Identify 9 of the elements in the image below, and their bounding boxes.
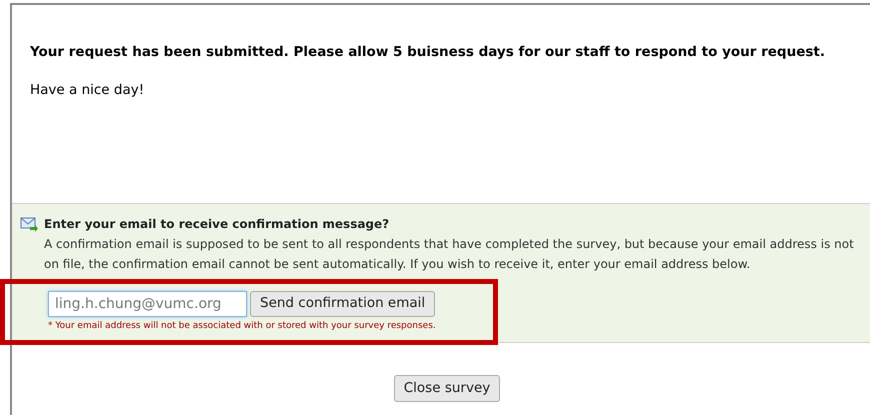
privacy-note: * Your email address will not be associated with or stored with your survey responses.	[48, 320, 437, 332]
close-survey-button[interactable]: Close survey	[394, 374, 500, 402]
greeting-text: Have a nice day!	[30, 81, 146, 100]
email-prompt-title: Enter your email to receive confirmation message?	[44, 216, 390, 232]
email-prompt-text: A confirmation email is supposed to be sent to all respondents that have completed the survey, but because your email address is not on file, the confirmation email cannot be sent automatically. If you wish to receive it, enter your email address below.	[44, 236, 855, 272]
email-field[interactable]: ling.h.chung@vumc.org	[48, 290, 247, 316]
envelope-icon	[20, 216, 38, 232]
send-confirmation-button[interactable]: Send confirmation email	[250, 290, 436, 316]
confirmation-message: Your request has been submitted. Please allow 5 buisness days for our staff to respond to your request.	[30, 43, 826, 62]
